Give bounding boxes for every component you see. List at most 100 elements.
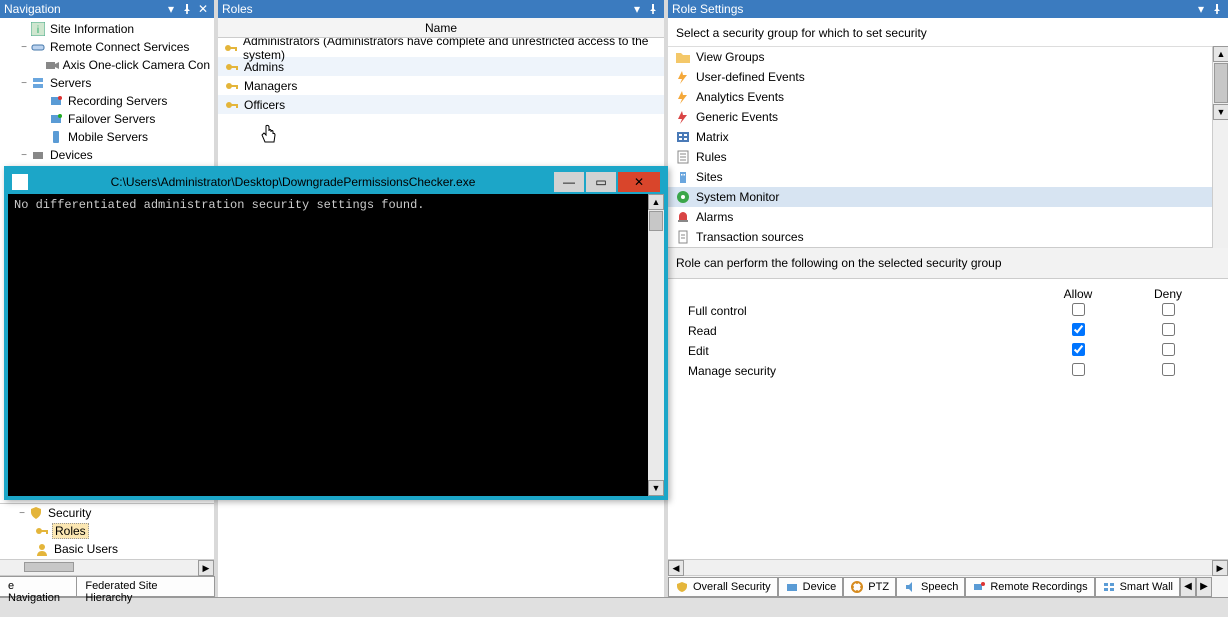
tree-item[interactable]: iSite Information xyxy=(2,20,212,38)
scroll-up-icon[interactable]: ▲ xyxy=(1213,46,1228,62)
security-group-item[interactable]: System Monitor xyxy=(668,187,1212,207)
scroll-down-icon[interactable]: ▼ xyxy=(648,480,664,496)
security-group-item[interactable]: Analytics Events xyxy=(668,87,1212,107)
pin-icon[interactable] xyxy=(1210,2,1224,16)
expander-icon[interactable]: − xyxy=(18,78,30,89)
security-group-item[interactable]: User-defined Events xyxy=(668,67,1212,87)
tree-label: Mobile Servers xyxy=(66,130,150,144)
tabs-scroll-left-icon[interactable]: ◀ xyxy=(1180,577,1196,597)
security-group-item[interactable]: Transaction sources xyxy=(668,227,1212,247)
tree-label: Axis One-click Camera Con xyxy=(61,58,212,72)
navigation-tabs: e Navigation Federated Site Hierarchy xyxy=(0,575,214,597)
console-vscrollbar[interactable]: ▲ ▼ xyxy=(648,194,664,496)
tree-label: Basic Users xyxy=(52,542,120,556)
tab-speech[interactable]: Speech xyxy=(896,577,965,597)
security-group-vscrollbar[interactable]: ▲ ▼ xyxy=(1212,46,1228,248)
tree-item-roles[interactable]: Roles xyxy=(0,522,214,540)
tree-item[interactable]: −Devices xyxy=(2,146,212,164)
expander-icon[interactable]: − xyxy=(18,42,30,53)
tree-item[interactable]: −Servers xyxy=(2,74,212,92)
role-row[interactable]: Managers xyxy=(218,76,664,95)
tree-label: Security xyxy=(46,506,93,520)
navigation-title: Navigation xyxy=(4,0,61,18)
expander-icon[interactable]: − xyxy=(16,508,28,519)
scroll-up-icon[interactable]: ▲ xyxy=(648,194,664,210)
security-group-list: View Groups User-defined Events Analytics … xyxy=(668,46,1212,248)
scroll-right-icon[interactable]: ▶ xyxy=(1212,560,1228,576)
security-group-label: User-defined Events xyxy=(696,70,805,84)
tab-device[interactable]: Device xyxy=(778,577,844,597)
pin-icon[interactable] xyxy=(180,2,194,16)
tree-item[interactable]: −Remote Connect Services xyxy=(2,38,212,56)
security-group-instruction: Select a security group for which to set… xyxy=(668,18,1228,46)
security-group-item[interactable]: Rules xyxy=(668,147,1212,167)
tree-item[interactable]: Axis One-click Camera Con xyxy=(2,56,212,74)
scrollbar-thumb[interactable] xyxy=(24,562,74,572)
flash-orange-icon xyxy=(674,69,692,85)
expander-icon[interactable]: − xyxy=(18,150,30,161)
allow-checkbox[interactable] xyxy=(1072,363,1085,376)
pin-icon[interactable] xyxy=(646,2,660,16)
dropdown-icon[interactable]: ▾ xyxy=(630,2,644,16)
role-row[interactable]: Officers xyxy=(218,95,664,114)
security-group-label: System Monitor xyxy=(696,190,779,204)
security-group-item[interactable]: Generic Events xyxy=(668,107,1212,127)
tab-ptz[interactable]: PTZ xyxy=(843,577,896,597)
security-group-item[interactable]: Matrix xyxy=(668,127,1212,147)
tab-site-navigation[interactable]: e Navigation xyxy=(0,576,77,597)
tab-label: Smart Wall xyxy=(1120,581,1173,593)
tree-label: Recording Servers xyxy=(66,94,169,108)
scroll-right-icon[interactable]: ▶ xyxy=(198,560,214,576)
maximize-button[interactable]: ▭ xyxy=(586,172,616,192)
tab-overall-security[interactable]: Overall Security xyxy=(668,577,778,597)
deny-checkbox[interactable] xyxy=(1162,303,1175,316)
permission-label: Edit xyxy=(688,344,1028,358)
security-group-item[interactable]: Sites xyxy=(668,167,1212,187)
security-group-item[interactable]: Alarms xyxy=(668,207,1212,227)
flash-red-icon xyxy=(674,109,692,125)
tab-icon xyxy=(850,580,864,594)
tab-icon xyxy=(1102,580,1116,594)
tree-label: Roles xyxy=(52,523,89,539)
role-row[interactable]: Administrators (Administrators have comp… xyxy=(218,38,664,57)
tab-federated-hierarchy[interactable]: Federated Site Hierarchy xyxy=(76,576,215,597)
minimize-button[interactable]: — xyxy=(554,172,584,192)
doc-icon xyxy=(674,229,692,245)
dropdown-icon[interactable]: ▾ xyxy=(164,2,178,16)
settings-hscrollbar[interactable]: ◀ ▶ xyxy=(668,559,1228,575)
console-titlebar[interactable]: C:\Users\Administrator\Desktop\Downgrade… xyxy=(8,170,664,194)
allow-checkbox[interactable] xyxy=(1072,303,1085,316)
monitor-icon xyxy=(674,189,692,205)
dropdown-icon[interactable]: ▾ xyxy=(1194,2,1208,16)
navigation-header: Navigation ▾ ✕ xyxy=(0,0,214,18)
tab-smart-wall[interactable]: Smart Wall xyxy=(1095,577,1180,597)
deny-checkbox[interactable] xyxy=(1162,323,1175,336)
tree-item[interactable]: Recording Servers xyxy=(2,92,212,110)
roles-header: Roles ▾ xyxy=(218,0,664,18)
key-icon xyxy=(34,523,50,539)
console-window[interactable]: C:\Users\Administrator\Desktop\Downgrade… xyxy=(4,166,668,500)
tree-item[interactable]: Mobile Servers xyxy=(2,128,212,146)
tab-icon xyxy=(675,580,689,594)
tab-icon xyxy=(785,580,799,594)
tab-remote-recordings[interactable]: Remote Recordings xyxy=(965,577,1094,597)
deny-checkbox[interactable] xyxy=(1162,343,1175,356)
role-settings-title: Role Settings xyxy=(672,0,743,18)
deny-checkbox[interactable] xyxy=(1162,363,1175,376)
tabs-scroll-right-icon[interactable]: ▶ xyxy=(1196,577,1212,597)
tree-item-security[interactable]: − Security xyxy=(0,504,214,522)
scroll-left-icon[interactable]: ◀ xyxy=(668,560,684,576)
allow-checkbox[interactable] xyxy=(1072,323,1085,336)
scrollbar-thumb[interactable] xyxy=(649,211,663,231)
navigation-hscrollbar[interactable]: ▶ xyxy=(0,559,214,575)
tree-item[interactable]: Failover Servers xyxy=(2,110,212,128)
scroll-down-icon[interactable]: ▼ xyxy=(1213,104,1228,120)
scrollbar-thumb[interactable] xyxy=(1214,63,1228,103)
security-group-label: Alarms xyxy=(696,210,733,224)
close-icon[interactable]: ✕ xyxy=(196,2,210,16)
security-group-item[interactable]: View Groups xyxy=(668,47,1212,67)
roles-column-header[interactable]: Name xyxy=(218,18,664,38)
allow-checkbox[interactable] xyxy=(1072,343,1085,356)
tree-item-basic-users[interactable]: Basic Users xyxy=(0,540,214,558)
close-button[interactable]: ✕ xyxy=(618,172,660,192)
